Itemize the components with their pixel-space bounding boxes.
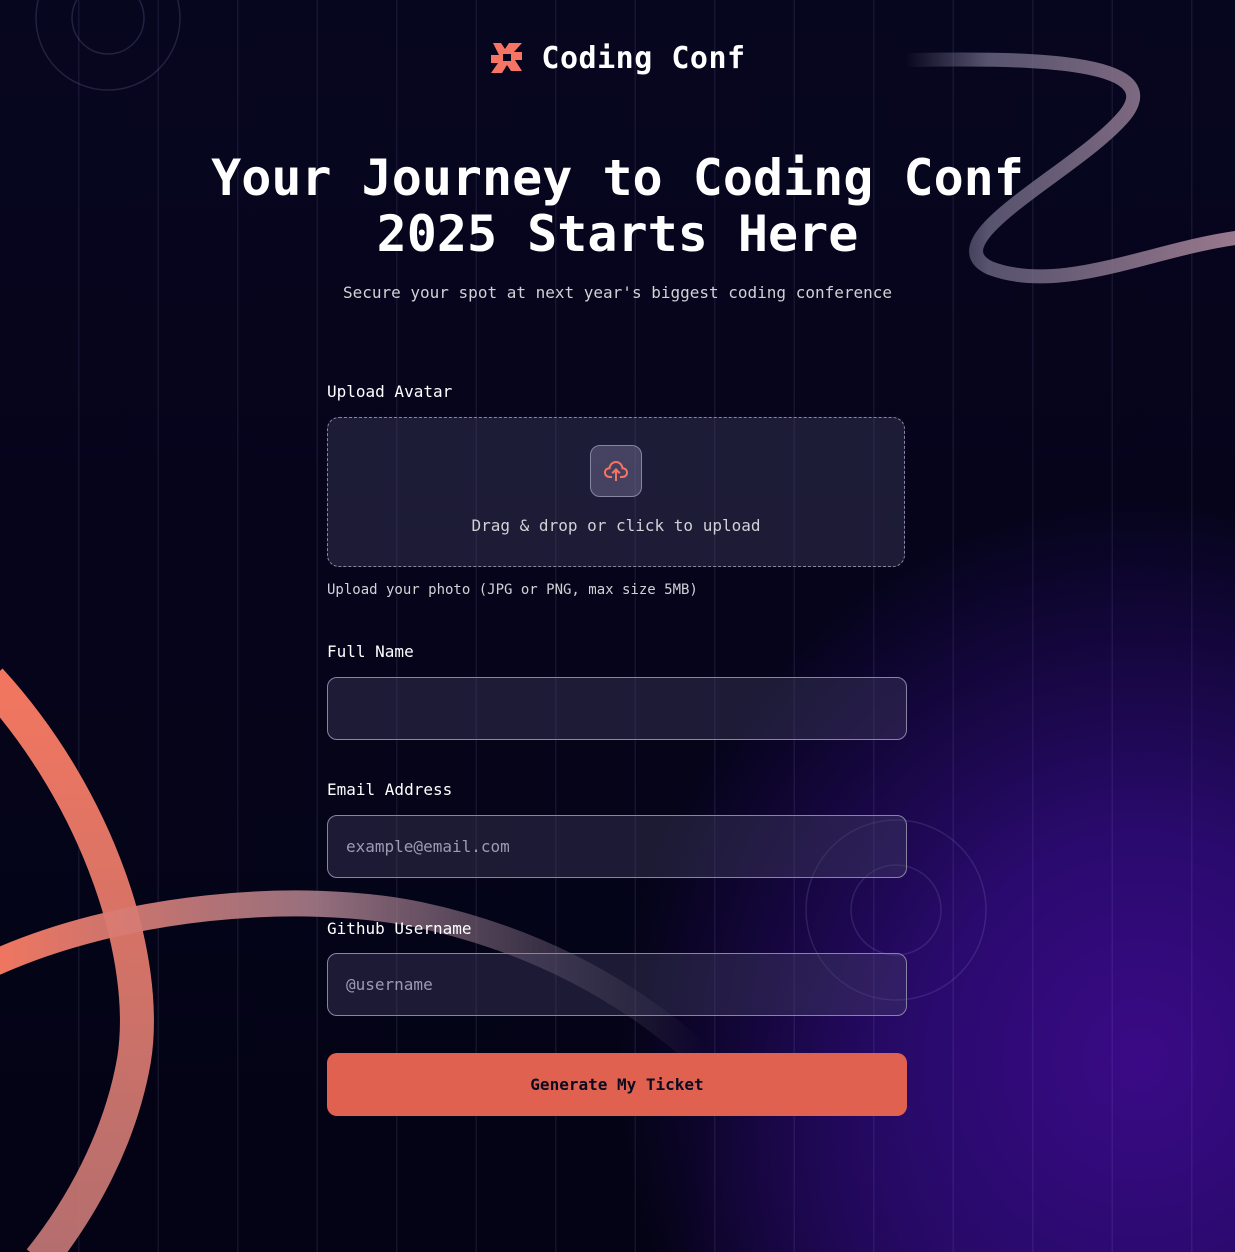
deco-circle-bottom-inner xyxy=(850,864,942,956)
email-input[interactable] xyxy=(327,815,907,878)
page-title-line-1: Your Journey to Coding Conf xyxy=(211,149,1024,207)
cloud-upload-icon xyxy=(604,461,628,481)
brand-name: Coding Conf xyxy=(541,40,746,76)
page-title-line-2: 2025 Starts Here xyxy=(376,205,859,263)
generate-ticket-button[interactable]: Generate My Ticket xyxy=(327,1053,907,1116)
dropzone-text: Drag & drop or click to upload xyxy=(471,516,761,535)
github-label: Github Username xyxy=(327,919,472,938)
deco-arc-large xyxy=(0,668,154,1252)
github-username-input[interactable] xyxy=(327,953,907,1016)
full-name-label: Full Name xyxy=(327,642,414,661)
coding-conf-logo-icon xyxy=(491,43,523,73)
page-title: Your Journey to Coding Conf 2025 Starts … xyxy=(0,150,1235,262)
email-label: Email Address xyxy=(327,780,453,799)
header: Coding Conf xyxy=(0,40,1235,76)
avatar-dropzone[interactable]: Drag & drop or click to upload xyxy=(327,417,905,567)
avatar-label: Upload Avatar xyxy=(327,382,453,401)
full-name-input[interactable] xyxy=(327,677,907,740)
page-subtitle: Secure your spot at next year's biggest … xyxy=(342,283,893,302)
upload-button[interactable] xyxy=(590,445,642,497)
avatar-hint: Upload your photo (JPG or PNG, max size … xyxy=(327,582,698,598)
